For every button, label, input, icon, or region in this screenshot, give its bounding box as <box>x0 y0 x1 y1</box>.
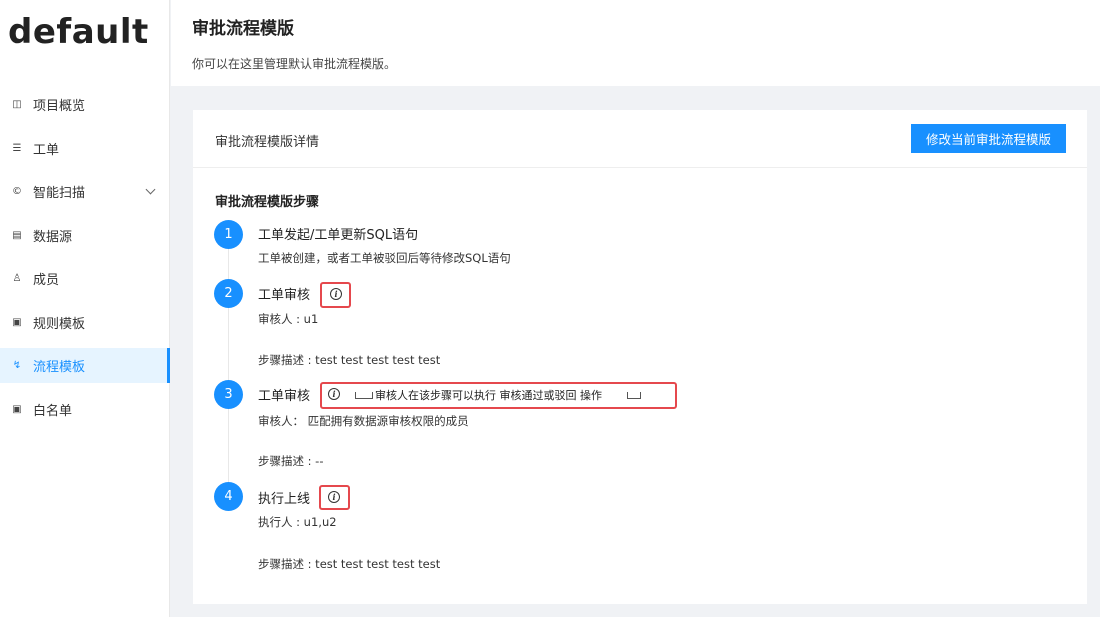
rule-icon: ▣ <box>12 316 22 328</box>
sidebar-item-workflow-template[interactable]: ↯ 流程模板 <box>0 348 170 383</box>
sidebar-item-smart-scan[interactable]: © 智能扫描 <box>0 174 170 209</box>
database-icon: ▤ <box>12 229 22 241</box>
card-title: 审批流程模版详情 <box>215 135 320 150</box>
scan-icon: © <box>12 186 22 197</box>
sidebar-item-label: 数据源 <box>33 229 73 245</box>
sidebar-item-data-source[interactable]: ▤ 数据源 <box>0 218 170 253</box>
info-icon[interactable]: i <box>330 288 342 300</box>
steps-connector-line <box>228 232 229 494</box>
info-icon[interactable]: i <box>328 491 340 503</box>
tooltip-text: 审核人在该步骤可以执行 审核通过或驳回 操作 <box>375 389 602 402</box>
sidebar-item-label: 项目概览 <box>33 99 86 114</box>
step-number: 3 <box>214 380 243 409</box>
steps-title: 审批流程模版步骤 <box>215 195 320 210</box>
step-title: 工单审核 <box>258 389 311 404</box>
step-approver: 审核人 : u1 <box>258 312 319 326</box>
step-number: 2 <box>214 279 243 308</box>
step-title: 工单发起/工单更新SQL语句 <box>258 228 419 243</box>
step-description: 工单被创建，或者工单被驳回后等待修改SQL语句 <box>258 251 511 265</box>
step-title: 执行上线 <box>258 492 311 507</box>
sidebar-item-members[interactable]: ♙ 成员 <box>0 261 170 296</box>
step-number: 4 <box>214 482 243 511</box>
sidebar-item-label: 工单 <box>33 142 60 158</box>
project-icon: ◫ <box>12 99 22 110</box>
list-icon: ☰ <box>12 142 22 154</box>
sidebar-item-orders[interactable]: ☰ 工单 <box>0 131 170 166</box>
sidebar-menu: ◫ 项目概览 ☰ 工单 © 智能扫描 ▤ 数据源 ♙ 成员 ▣ 规则模板 ↯ 流… <box>0 87 170 435</box>
step-title: 工单审核 <box>258 288 311 303</box>
sidebar-item-project-overview[interactable]: ◫ 项目概览 <box>0 87 170 122</box>
chevron-down-icon <box>145 184 156 195</box>
sidebar-item-rule-template[interactable]: ▣ 规则模板 <box>0 305 170 340</box>
sidebar: default ◫ 项目概览 ☰ 工单 © 智能扫描 ▤ 数据源 ♙ 成员 ▣ … <box>0 0 170 617</box>
workflow-detail-card: 审批流程模版详情 修改当前审批流程模版 审批流程模版步骤 1 工单发起/工单更新… <box>193 110 1087 604</box>
page-description: 你可以在这里管理默认审批流程模版。 <box>192 57 397 71</box>
page-title: 审批流程模版 <box>192 19 294 39</box>
step-description: 步骤描述 : test test test test test <box>258 557 441 571</box>
sidebar-item-label: 成员 <box>33 273 60 288</box>
step-executor: 执行人 : u1,u2 <box>258 515 337 529</box>
sidebar-item-label: 白名单 <box>33 403 73 419</box>
sidebar-item-label: 规则模板 <box>33 316 86 332</box>
project-name: default <box>8 12 149 52</box>
workflow-icon: ↯ <box>12 360 22 371</box>
sidebar-item-label: 智能扫描 <box>33 186 86 201</box>
tooltip-bracket-right <box>627 392 641 399</box>
whitelist-icon: ▣ <box>12 403 22 415</box>
tooltip-bracket-left <box>355 392 373 399</box>
page-header: 审批流程模版 你可以在这里管理默认审批流程模版。 <box>171 0 1100 86</box>
info-icon[interactable]: i <box>328 388 340 400</box>
step-number: 1 <box>214 220 243 249</box>
step-approver: 审核人： 匹配拥有数据源审核权限的成员 <box>258 414 469 428</box>
step-description: 步骤描述 : -- <box>258 454 324 468</box>
user-icon: ♙ <box>12 273 22 284</box>
step-description: 步骤描述 : test test test test test <box>258 353 441 367</box>
edit-workflow-button[interactable]: 修改当前审批流程模版 <box>911 124 1066 153</box>
sidebar-item-whitelist[interactable]: ▣ 白名单 <box>0 392 170 427</box>
sidebar-item-label: 流程模板 <box>33 360 86 375</box>
card-header: 审批流程模版详情 修改当前审批流程模版 <box>193 110 1087 168</box>
